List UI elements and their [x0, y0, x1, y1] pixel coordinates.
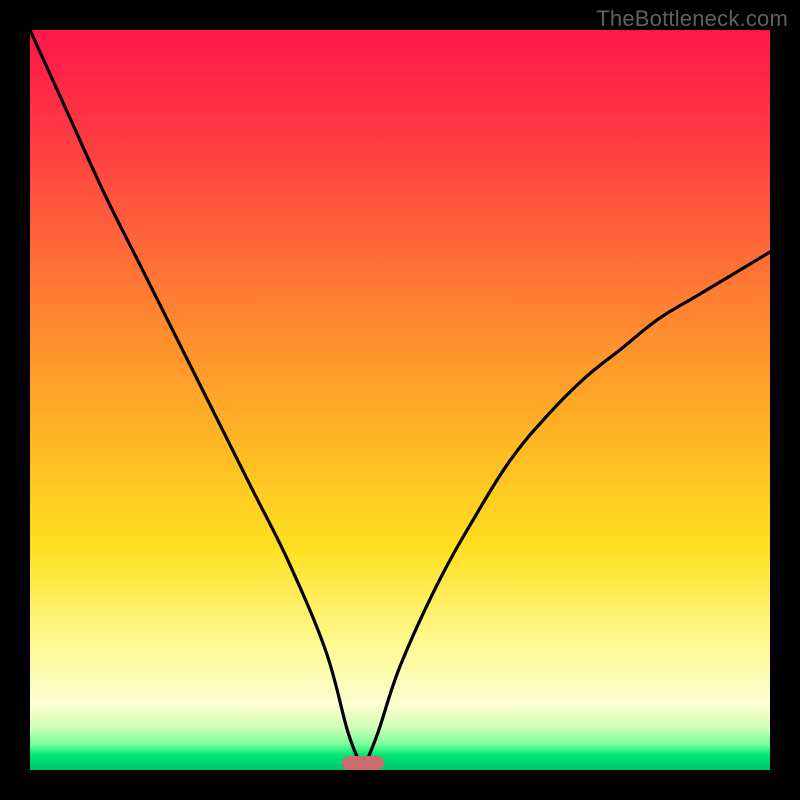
bottleneck-curve	[30, 30, 770, 770]
attribution-watermark: TheBottleneck.com	[596, 6, 788, 32]
plot-area	[30, 30, 770, 770]
trough-marker	[342, 756, 384, 770]
chart-frame: TheBottleneck.com	[0, 0, 800, 800]
